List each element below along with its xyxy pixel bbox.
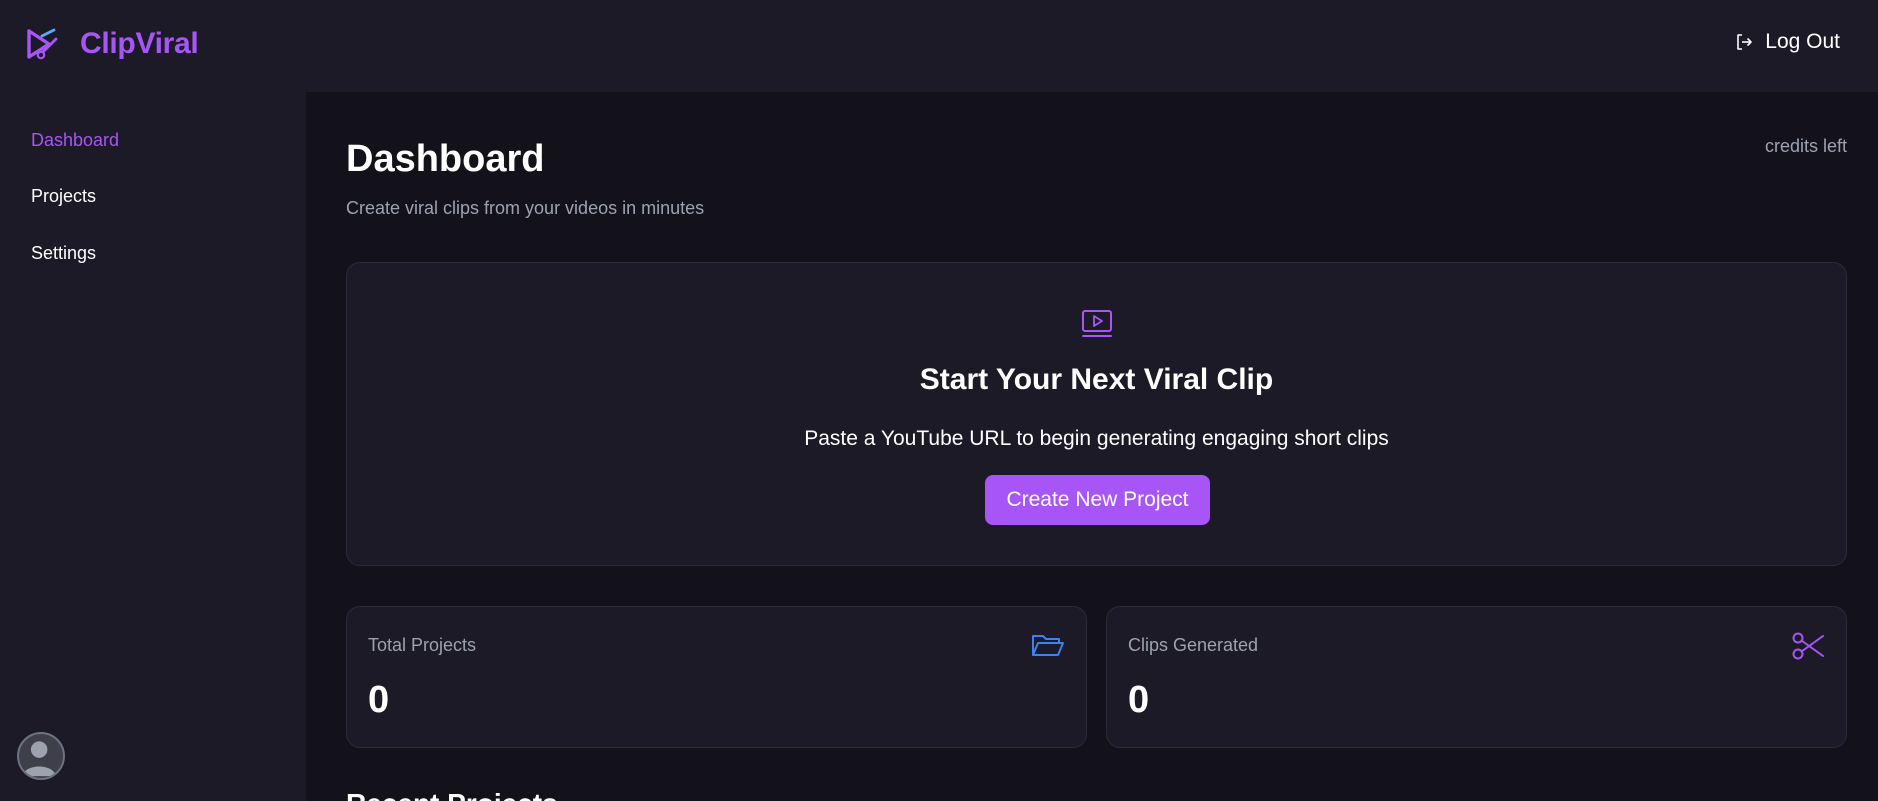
hero-title: Start Your Next Viral Clip [919, 363, 1274, 396]
hero-description: Paste a YouTube URL to begin generating … [804, 427, 1389, 450]
clipviral-logo-icon [27, 28, 58, 60]
video-play-icon [1082, 310, 1112, 337]
stat-value: 0 [368, 679, 390, 721]
app-name: ClipViral [80, 27, 199, 60]
logout-button[interactable]: Log Out [1735, 30, 1840, 54]
create-new-project-button[interactable]: Create New Project [985, 475, 1210, 525]
sidebar-item-projects[interactable]: Projects [31, 186, 96, 207]
stat-label: Total Projects [368, 635, 477, 655]
recent-projects-heading: Recent Projects [346, 788, 558, 801]
credits-indicator: credits left [1764, 136, 1847, 156]
stat-label: Clips Generated [1128, 635, 1259, 655]
logout-icon [1737, 34, 1753, 50]
sidebar-item-settings[interactable]: Settings [31, 243, 96, 264]
stat-card-clips-generated: Clips Generated 0 [1106, 606, 1847, 748]
page-subtitle: Create viral clips from your videos in m… [346, 198, 705, 218]
sidebar-item-dashboard[interactable]: Dashboard [31, 130, 119, 151]
page-title: Dashboard [346, 138, 545, 180]
scissors-icon [1792, 632, 1824, 660]
user-avatar-icon [22, 741, 56, 777]
folder-open-icon [1032, 635, 1064, 656]
top-bar: ClipViral Log Out [0, 0, 1878, 92]
sidebar: Dashboard Projects Settings [0, 92, 306, 801]
avatar[interactable] [17, 732, 65, 780]
stat-value: 0 [1128, 679, 1150, 721]
main-content: Dashboard Create viral clips from your v… [306, 92, 1878, 801]
create-project-card: Start Your Next Viral Clip Paste a YouTu… [346, 262, 1847, 566]
logo[interactable]: ClipViral [26, 27, 199, 61]
stat-card-total-projects: Total Projects 0 [346, 606, 1087, 748]
logout-label: Log Out [1765, 30, 1840, 53]
